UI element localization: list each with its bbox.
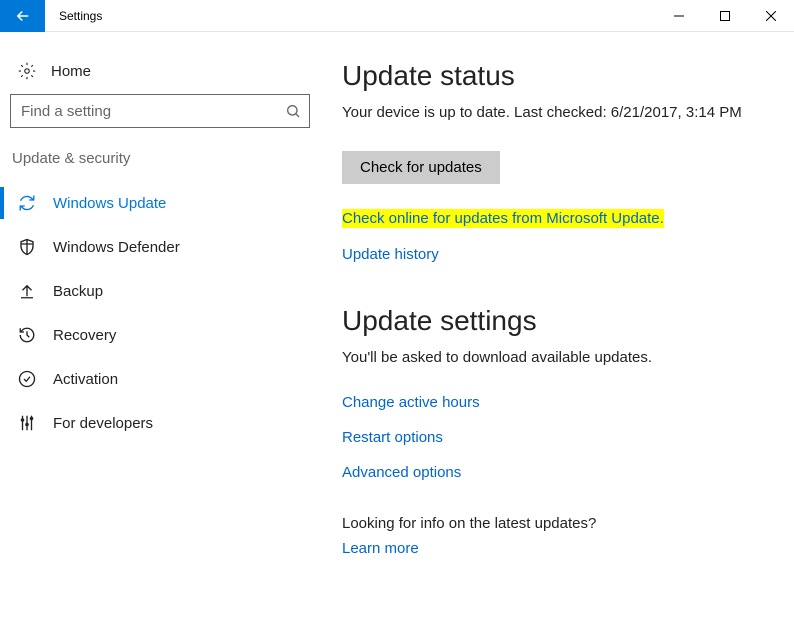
history-icon	[18, 326, 36, 344]
search-input[interactable]	[21, 103, 285, 120]
change-active-hours-link[interactable]: Change active hours	[342, 394, 774, 411]
nav-label: Windows Update	[53, 195, 166, 212]
settings-text: You'll be asked to download available up…	[342, 349, 774, 366]
sidebar-item-for-developers[interactable]: For developers	[10, 401, 320, 445]
close-icon	[766, 11, 776, 21]
check-online-link[interactable]: Check online for updates from Microsoft …	[342, 209, 664, 228]
nav-label: Recovery	[53, 327, 116, 344]
sync-icon	[18, 194, 36, 212]
sidebar-item-backup[interactable]: Backup	[10, 269, 320, 313]
sidebar: Home Update & security Windows Update Wi…	[0, 32, 320, 631]
advanced-options-link[interactable]: Advanced options	[342, 464, 774, 481]
shield-icon	[18, 238, 36, 256]
back-arrow-icon	[14, 7, 32, 25]
status-text: Your device is up to date. Last checked:…	[342, 104, 774, 121]
maximize-icon	[720, 11, 730, 21]
check-updates-button[interactable]: Check for updates	[342, 151, 500, 184]
gear-icon	[18, 62, 36, 80]
learn-more-link[interactable]: Learn more	[342, 540, 774, 557]
nav-label: Backup	[53, 283, 103, 300]
restart-options-link[interactable]: Restart options	[342, 429, 774, 446]
sidebar-item-activation[interactable]: Activation	[10, 357, 320, 401]
minimize-button[interactable]	[656, 0, 702, 32]
window-title: Settings	[59, 9, 102, 23]
sidebar-item-windows-defender[interactable]: Windows Defender	[10, 225, 320, 269]
main-content: Update status Your device is up to date.…	[320, 32, 794, 631]
maximize-button[interactable]	[702, 0, 748, 32]
update-history-link[interactable]: Update history	[342, 246, 774, 263]
check-circle-icon	[18, 370, 36, 388]
looking-text: Looking for info on the latest updates?	[342, 515, 774, 532]
search-icon	[285, 103, 301, 119]
home-button[interactable]: Home	[10, 52, 320, 94]
close-button[interactable]	[748, 0, 794, 32]
sidebar-item-windows-update[interactable]: Windows Update	[10, 181, 320, 225]
update-status-heading: Update status	[342, 60, 774, 92]
minimize-icon	[674, 11, 684, 21]
search-box[interactable]	[10, 94, 310, 128]
upload-icon	[18, 282, 36, 300]
nav-label: For developers	[53, 415, 153, 432]
nav-label: Windows Defender	[53, 239, 180, 256]
sidebar-item-recovery[interactable]: Recovery	[10, 313, 320, 357]
titlebar: Settings	[0, 0, 794, 32]
nav-label: Activation	[53, 371, 118, 388]
category-label: Update & security	[10, 150, 320, 181]
sliders-icon	[18, 414, 36, 432]
update-settings-heading: Update settings	[342, 305, 774, 337]
home-label: Home	[51, 63, 91, 80]
window-controls	[656, 0, 794, 32]
back-button[interactable]	[0, 0, 45, 32]
